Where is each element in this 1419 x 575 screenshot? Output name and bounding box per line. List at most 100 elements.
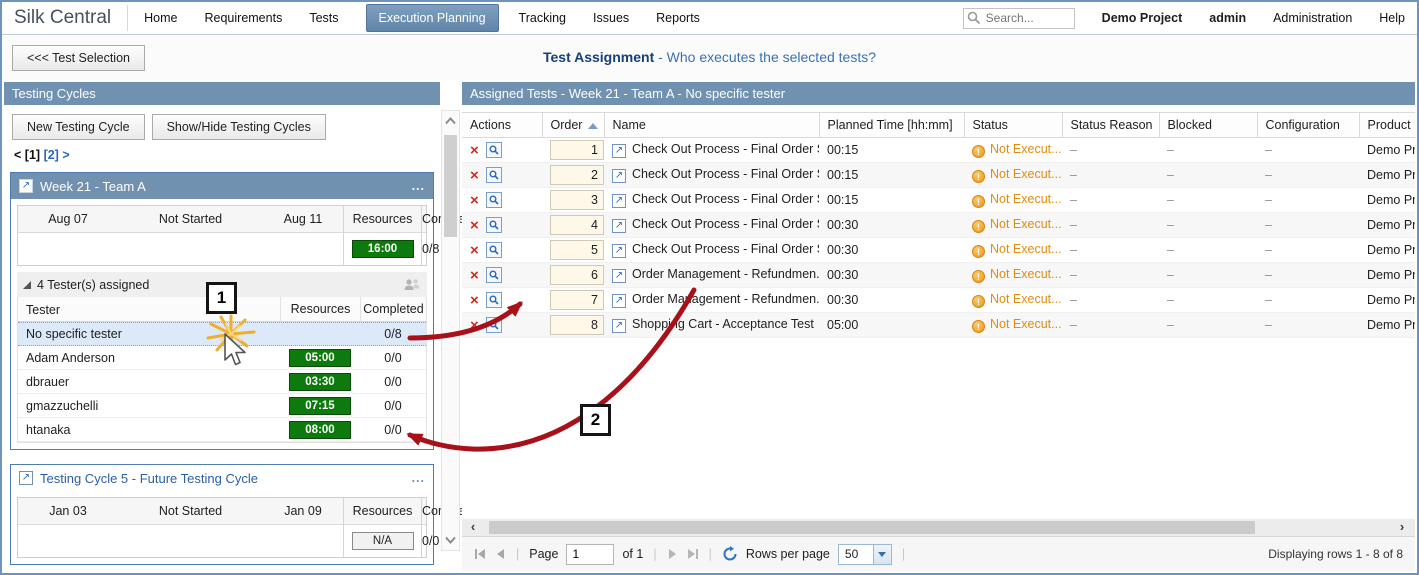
test-name[interactable]: Check Out Process - Final Order S... (632, 242, 819, 256)
table-row[interactable]: × 8 ↗Shopping Cart - Acceptance Test 05:… (462, 313, 1415, 338)
nav-execution-planning[interactable]: Execution Planning (366, 4, 499, 32)
open-test-icon[interactable]: ↗ (612, 144, 626, 158)
delete-icon[interactable]: × (470, 243, 479, 258)
last-page-icon[interactable] (686, 548, 699, 560)
scroll-up-icon[interactable] (442, 114, 459, 128)
view-details-icon[interactable] (486, 242, 502, 258)
nav-home[interactable]: Home (144, 11, 177, 25)
order-input[interactable]: 7 (550, 290, 604, 310)
col-configuration[interactable]: Configuration (1257, 113, 1359, 138)
view-details-icon[interactable] (486, 142, 502, 158)
view-details-icon[interactable] (486, 292, 502, 308)
view-details-icon[interactable] (486, 167, 502, 183)
col-name[interactable]: Name (604, 113, 819, 138)
open-test-icon[interactable]: ↗ (612, 294, 626, 308)
delete-icon[interactable]: × (470, 318, 479, 333)
delete-icon[interactable]: × (470, 218, 479, 233)
scroll-left-icon[interactable]: ‹ (464, 519, 482, 536)
new-testing-cycle-button[interactable]: New Testing Cycle (12, 114, 145, 140)
order-input[interactable]: 4 (550, 215, 604, 235)
open-test-icon[interactable]: ↗ (612, 194, 626, 208)
first-page-icon[interactable] (474, 548, 487, 560)
pager-page-2[interactable]: [2] (44, 148, 59, 162)
cycle-card-header[interactable]: ↗ Testing Cycle 5 - Future Testing Cycle… (11, 465, 433, 491)
show-hide-cycles-button[interactable]: Show/Hide Testing Cycles (152, 114, 326, 140)
prev-page-icon[interactable] (495, 548, 506, 560)
table-row[interactable]: × 7 ↗Order Management - Refundmen... 00:… (462, 288, 1415, 313)
order-input[interactable]: 8 (550, 315, 604, 335)
cycle-menu-button[interactable]: ... (412, 471, 425, 485)
cycle-menu-button[interactable]: ... (412, 179, 425, 193)
nav-tracking[interactable]: Tracking (519, 11, 566, 25)
page-number-input[interactable] (566, 544, 614, 565)
tester-name[interactable]: gmazzuchelli (18, 399, 280, 413)
table-row[interactable]: × 2 ↗Check Out Process - Final Order S..… (462, 163, 1415, 188)
order-input[interactable]: 2 (550, 165, 604, 185)
pager-prev[interactable]: < (14, 148, 21, 162)
delete-icon[interactable]: × (470, 268, 479, 283)
next-page-icon[interactable] (667, 548, 678, 560)
test-name[interactable]: Check Out Process - Final Order S... (632, 217, 819, 231)
refresh-icon[interactable] (722, 546, 738, 562)
delete-icon[interactable]: × (470, 193, 479, 208)
test-name[interactable]: Order Management - Refundmen... (632, 267, 819, 281)
table-row[interactable]: × 4 ↗ Check Out Process - Final Order S..… (462, 213, 1415, 238)
table-row[interactable]: × 3 ↗ Check Out Process - Final Order S..… (462, 188, 1415, 213)
open-test-icon[interactable]: ↗ (612, 319, 626, 333)
col-status[interactable]: Status (964, 113, 1062, 138)
nav-reports[interactable]: Reports (656, 11, 700, 25)
table-row[interactable]: × 6 ↗Order Management - Refundmen... 00:… (462, 263, 1415, 288)
tester-row[interactable]: gmazzuchelli 07:15 0/0 (18, 394, 426, 418)
delete-icon[interactable]: × (470, 293, 479, 308)
col-actions[interactable]: Actions (462, 113, 542, 138)
scrollbar-thumb[interactable] (444, 135, 457, 237)
delete-icon[interactable]: × (470, 168, 479, 183)
delete-icon[interactable]: × (470, 143, 479, 158)
table-row[interactable]: × 5 ↗ Check Out Process - Final Order S..… (462, 238, 1415, 263)
tester-row[interactable]: dbrauer 03:30 0/0 (18, 370, 426, 394)
open-test-icon[interactable]: ↗ (612, 244, 626, 258)
test-name[interactable]: Check Out Process - Final Order S... (632, 142, 819, 156)
test-name[interactable]: Check Out Process - Final Order S... (632, 192, 819, 206)
dropdown-button[interactable] (873, 545, 891, 564)
pager-page-1[interactable]: [1] (25, 148, 40, 162)
order-input[interactable]: 1 (550, 140, 604, 160)
tester-row[interactable]: htanaka 08:00 0/0 (18, 418, 426, 442)
table-row[interactable]: × 1 ↗ Check Out Process - Final Order S..… (462, 138, 1415, 163)
user-menu[interactable]: admin (1209, 11, 1246, 25)
view-details-icon[interactable] (486, 192, 502, 208)
cycle-card-header[interactable]: ↗ Week 21 - Team A ... (11, 173, 433, 199)
nav-requirements[interactable]: Requirements (205, 11, 283, 25)
scroll-right-icon[interactable]: › (1393, 519, 1411, 536)
project-selector[interactable]: Demo Project (1102, 11, 1183, 25)
nav-issues[interactable]: Issues (593, 11, 629, 25)
rows-per-page-select[interactable]: 50 (838, 544, 892, 565)
left-panel-scrollbar[interactable] (441, 110, 460, 551)
order-input[interactable]: 5 (550, 240, 604, 260)
tester-name[interactable]: dbrauer (18, 375, 280, 389)
test-name[interactable]: Check Out Process - Final Order S... (632, 167, 819, 181)
view-details-icon[interactable] (486, 267, 502, 283)
open-cycle-icon[interactable]: ↗ (19, 471, 33, 485)
open-cycle-icon[interactable]: ↗ (19, 179, 33, 193)
open-test-icon[interactable]: ↗ (612, 269, 626, 283)
test-name[interactable]: Shopping Cart - Acceptance Test (632, 317, 814, 331)
scroll-down-icon[interactable] (442, 533, 459, 547)
order-input[interactable]: 3 (550, 190, 604, 210)
col-status-reason[interactable]: Status Reason (1062, 113, 1159, 138)
pager-next[interactable]: > (62, 148, 69, 162)
collapse-icon[interactable] (23, 281, 31, 289)
col-order[interactable]: Order (542, 113, 604, 138)
horizontal-scrollbar[interactable]: ‹ › (462, 519, 1415, 536)
view-details-icon[interactable] (486, 217, 502, 233)
col-planned-time[interactable]: Planned Time [hh:mm] (819, 113, 964, 138)
nav-administration[interactable]: Administration (1273, 11, 1352, 25)
col-blocked[interactable]: Blocked (1159, 113, 1257, 138)
scrollbar-thumb[interactable] (489, 521, 1255, 534)
nav-help[interactable]: Help (1379, 11, 1405, 25)
col-product[interactable]: Product (1359, 113, 1415, 138)
nav-tests[interactable]: Tests (309, 11, 338, 25)
tester-name[interactable]: htanaka (18, 423, 280, 437)
order-input[interactable]: 6 (550, 265, 604, 285)
open-test-icon[interactable]: ↗ (612, 219, 626, 233)
